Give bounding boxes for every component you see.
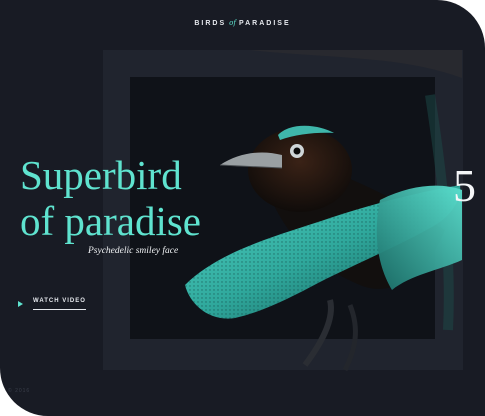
watch-video-label: WATCH VIDEO	[33, 298, 86, 310]
watch-video-button[interactable]: WATCH VIDEO	[18, 298, 86, 310]
hero-subtitle: Psychedelic smiley face	[88, 246, 179, 256]
brand-word-of: of	[229, 19, 236, 27]
hero-title-line-1: Superbird	[20, 152, 182, 198]
play-icon	[18, 301, 23, 307]
hero-title: Superbird of paradise	[20, 152, 201, 244]
brand-logo[interactable]: BIRDS of PARADISE	[0, 19, 485, 27]
hero-title-line-2: of paradise	[20, 198, 201, 244]
brand-word-2: PARADISE	[238, 20, 291, 27]
brand-word-1: BIRDS	[194, 20, 227, 27]
copyright-text: © 2016	[8, 388, 31, 394]
slide-number: 5	[453, 160, 476, 211]
hero-frame: BIRDS of PARADISE Superbird of paradise Ps…	[0, 0, 485, 416]
